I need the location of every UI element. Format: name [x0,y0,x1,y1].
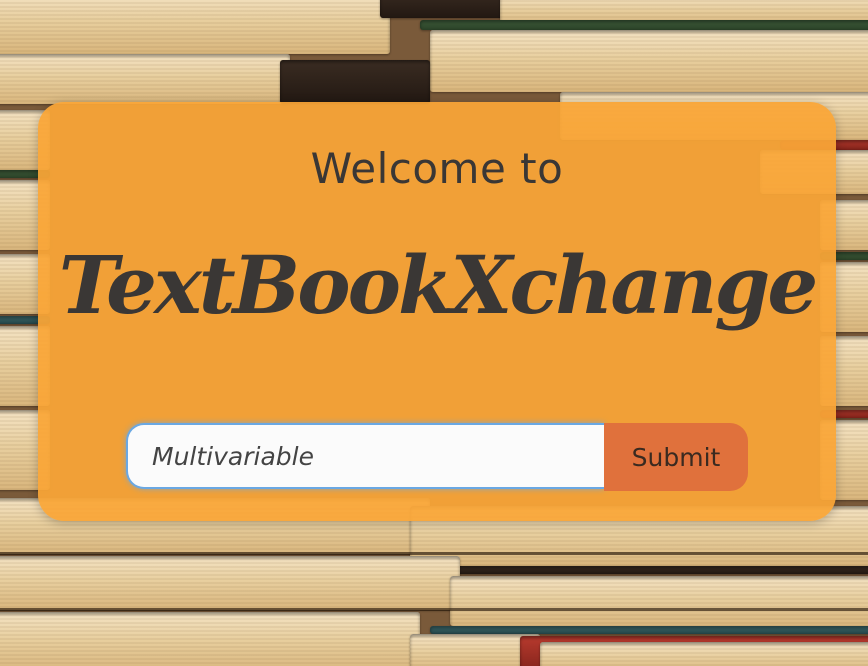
search-input[interactable] [126,423,604,489]
search-form: Submit [126,423,748,491]
submit-button[interactable]: Submit [604,423,748,491]
welcome-card: Welcome to TextBookXchange Submit [38,102,836,521]
brand-logo-text: TextBookXchange [58,238,818,332]
welcome-heading: Welcome to [310,144,564,193]
